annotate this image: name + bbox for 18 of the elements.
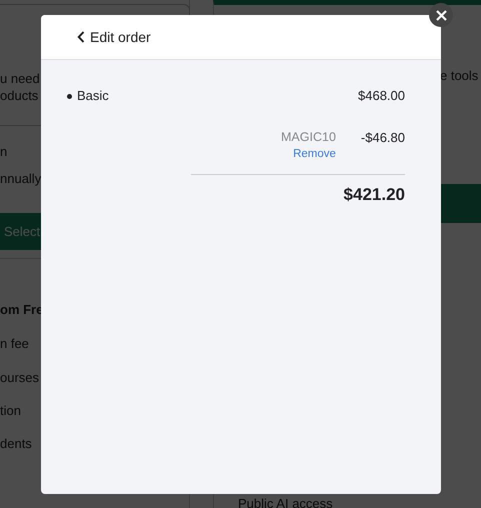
feature-text: tion <box>0 402 21 419</box>
chevron-left-icon <box>77 31 85 43</box>
discount-amount: -$46.80 <box>360 130 405 147</box>
feature-text: oducts <box>0 87 38 104</box>
feature-text: u need <box>0 70 40 87</box>
back-button[interactable]: Edit order <box>77 29 151 45</box>
close-icon <box>436 10 446 20</box>
order-total: $421.20 <box>344 185 405 205</box>
coupon-code: MAGIC10 <box>281 130 336 144</box>
feature-text: nnually <box>0 170 42 187</box>
order-item-name: Basic <box>67 88 109 103</box>
feature-text: ourses <box>0 369 40 386</box>
feature-text: n <box>0 143 8 160</box>
remove-link[interactable]: Remove <box>293 148 336 160</box>
feature-text: n fee <box>0 335 29 352</box>
feature-text: dents <box>0 435 32 452</box>
item-price: $468.00 <box>358 88 405 103</box>
feature-text: Public AI access <box>238 495 333 508</box>
